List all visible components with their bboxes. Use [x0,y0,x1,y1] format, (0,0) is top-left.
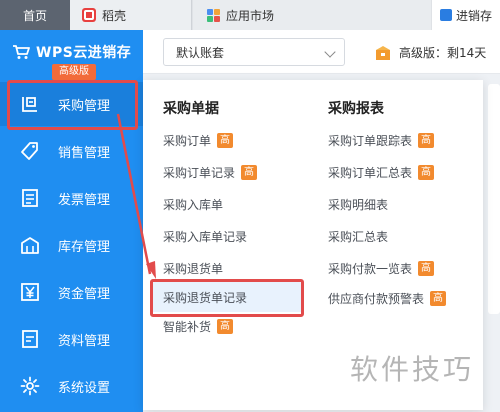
tab-daoke-label: 稻壳 [102,8,127,23]
app-root: 首页 稻壳 应用市场 进销存 WPS云进销存 高级版 采购管理 销售管理 发票管… [0,0,500,412]
warehouse-icon [21,237,39,254]
menu-item-label: 采购入库单 [163,198,224,212]
tab-app-market-label: 应用市场 [226,8,275,23]
menu-item-label: 采购付款一览表 [328,262,413,276]
sidebar-item-label: 库存管理 [58,239,111,255]
invoice-icon [22,189,38,207]
menu-item-supplier-payment-alert[interactable]: 供应商付款预警表 高 [328,290,447,307]
top-header: 默认账套 高级版：剩14天 [143,30,500,74]
sidebar-item-label: 发票管理 [58,192,111,208]
menu-item-order-summary-report[interactable]: 采购订单汇总表 高 [328,164,435,181]
tab-jxc[interactable]: 进销存 [432,0,500,30]
chevron-down-icon [324,46,336,58]
menu-item-purchase-return[interactable]: 采购退货单 [163,260,223,277]
sidebar-item-label: 资金管理 [58,286,111,302]
cart-icon [13,45,30,59]
sidebar-item-invoice[interactable]: 发票管理 [0,176,143,220]
menu-item-label: 采购订单 [163,134,212,148]
plan-info-label: 高级版：剩14天 [399,46,487,60]
tab-jxc-label: 进销存 [456,8,493,23]
menu-column-title-reports: 采购报表 [328,101,384,117]
sidebar-item-settings[interactable]: 系统设置 [0,364,143,408]
premium-tag: 高 [430,291,447,306]
menu-item-label: 采购入库单记录 [163,230,248,244]
premium-tag: 高 [241,165,258,180]
tab-home-label: 首页 [22,8,47,23]
tab-daoke[interactable]: 稻壳 [70,0,192,30]
brand-name: WPS云进销存 [36,45,132,61]
menu-item-label: 采购订单汇总表 [328,166,413,180]
document-icon [22,330,38,348]
menu-column-title-documents: 采购单据 [163,101,219,117]
menu-item-label: 供应商付款预警表 [328,292,425,306]
plan-badge: 高级版 [52,64,96,80]
tab-app-market[interactable]: 应用市场 [193,0,431,30]
tab-bar: 首页 稻壳 应用市场 进销存 [0,0,500,30]
menu-item-purchase-inbound-records[interactable]: 采购入库单记录 [163,228,247,245]
menu-item-purchase-inbound[interactable]: 采购入库单 [163,196,223,213]
tag-icon [21,142,38,160]
menu-item-label: 采购订单记录 [163,166,236,180]
brand: WPS云进销存 [12,42,131,62]
premium-tag: 高 [217,133,234,148]
account-select-value: 默认账套 [176,45,225,60]
sidebar-item-data[interactable]: 资料管理 [0,317,143,361]
sidebar-item-funds[interactable]: 资金管理 [0,270,143,314]
yen-icon [21,283,39,301]
menu-item-purchase-summary-report[interactable]: 采购汇总表 [328,228,388,245]
account-select[interactable]: 默认账套 [163,38,345,66]
daoke-icon [82,8,96,22]
menu-item-order-tracking-report[interactable]: 采购订单跟踪表 高 [328,132,435,149]
menu-item-label: 采购订单跟踪表 [328,134,413,148]
content-card [488,84,500,314]
menu-item-purchase-order-records[interactable]: 采购订单记录 高 [163,164,258,181]
crown-box-icon [376,45,390,60]
premium-tag: 高 [418,133,435,148]
menu-item-payment-overview-report[interactable]: 采购付款一览表 高 [328,260,435,277]
gear-icon [20,376,40,396]
jxc-icon [440,9,452,21]
annotation-box-return-records [150,279,304,317]
plan-info[interactable]: 高级版：剩14天 [375,44,486,61]
tab-home[interactable]: 首页 [0,0,70,30]
sidebar-item-label: 资料管理 [58,333,111,349]
sidebar-item-label: 销售管理 [58,145,111,161]
menu-item-purchase-detail-report[interactable]: 采购明细表 [328,196,388,213]
premium-tag: 高 [418,261,435,276]
menu-item-label: 采购汇总表 [328,230,389,244]
menu-item-label: 采购明细表 [328,198,389,212]
menu-item-label: 采购退货单 [163,262,224,276]
sidebar-item-label: 系统设置 [58,380,111,396]
premium-tag: 高 [418,165,435,180]
menu-item-label: 智能补货 [163,320,212,334]
menu-item-purchase-order[interactable]: 采购订单 高 [163,132,234,149]
watermark: 软件技巧 [350,353,475,386]
premium-tag: 高 [217,319,234,334]
menu-item-smart-restock[interactable]: 智能补货 高 [163,318,234,335]
app-market-icon [207,8,220,22]
annotation-box-purchase [7,80,138,130]
sidebar-item-inventory[interactable]: 库存管理 [0,223,143,267]
sidebar-item-sales[interactable]: 销售管理 [0,129,143,173]
